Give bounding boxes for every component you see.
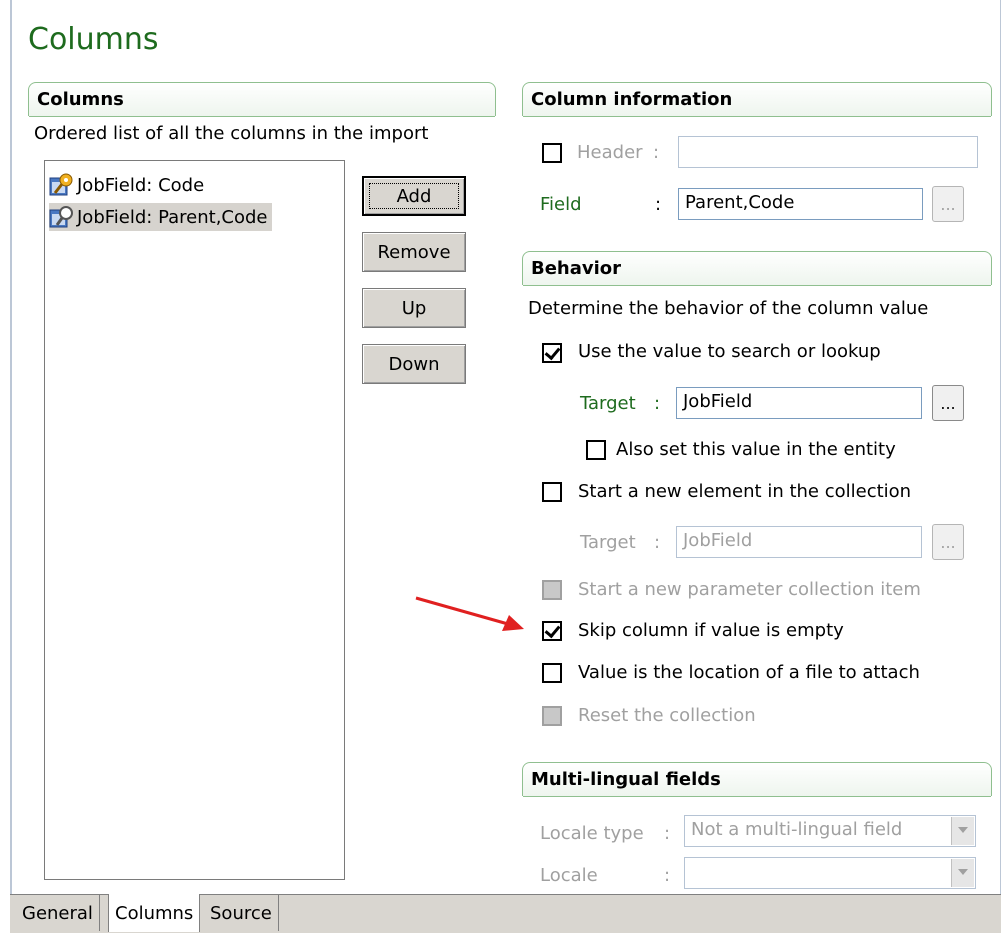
- target-colon: :: [654, 393, 661, 414]
- start-param-label: Start a new parameter collection item: [578, 579, 921, 600]
- reset-collection-checkbox[interactable]: [542, 706, 562, 726]
- column-information-title: Column information: [531, 89, 733, 110]
- also-set-label: Also set this value in the entity: [616, 439, 896, 460]
- target2-browse-button[interactable]: ...: [932, 524, 964, 560]
- up-button-label: Up: [401, 297, 427, 319]
- columns-listbox[interactable]: JobField: Code JobField: Parent,Code: [44, 160, 345, 880]
- chevron-down-icon[interactable]: [951, 859, 974, 887]
- target-browse-button[interactable]: ...: [932, 385, 964, 421]
- header-input[interactable]: [678, 136, 978, 168]
- target-input[interactable]: JobField: [676, 387, 922, 419]
- file-attach-checkbox[interactable]: [542, 663, 562, 683]
- locale-colon: :: [664, 865, 671, 886]
- behavior-header: Behavior: [522, 251, 992, 286]
- tab-general[interactable]: General: [16, 895, 100, 931]
- use-value-checkbox[interactable]: [542, 343, 562, 363]
- target2-colon: :: [654, 532, 661, 553]
- file-attach-label: Value is the location of a file to attac…: [578, 662, 920, 683]
- field-colon: :: [655, 194, 662, 215]
- locale-type-label: Locale type: [540, 823, 644, 844]
- key-icon: [49, 172, 75, 198]
- column-information-header: Column information: [522, 82, 992, 117]
- skip-empty-label: Skip column if value is empty: [578, 620, 844, 641]
- list-item[interactable]: JobField: Code: [49, 171, 208, 199]
- target-label: Target: [580, 393, 636, 414]
- list-item-label: JobField: Parent,Code: [77, 206, 268, 228]
- list-item-label: JobField: Code: [77, 174, 205, 196]
- reset-collection-label: Reset the collection: [578, 705, 756, 726]
- up-button[interactable]: Up: [362, 288, 466, 328]
- start-new-label: Start a new element in the collection: [578, 481, 912, 502]
- down-button-label: Down: [388, 353, 440, 375]
- columns-group-header: Columns: [28, 82, 496, 117]
- multilingual-title: Multi-lingual fields: [531, 769, 721, 790]
- field-input[interactable]: Parent,Code: [678, 188, 923, 220]
- skip-empty-checkbox[interactable]: [542, 621, 562, 641]
- behavior-description: Determine the behavior of the column val…: [528, 298, 929, 319]
- multilingual-header: Multi-lingual fields: [522, 762, 992, 797]
- target2-label: Target: [580, 532, 636, 553]
- also-set-checkbox[interactable]: [586, 440, 606, 460]
- lookup-icon: [49, 204, 75, 230]
- remove-button[interactable]: Remove: [362, 232, 466, 272]
- start-new-checkbox[interactable]: [542, 482, 562, 502]
- columns-group-title: Columns: [37, 89, 124, 110]
- tab-columns[interactable]: Columns: [108, 894, 201, 932]
- field-label: Field: [540, 194, 582, 215]
- locale-label: Locale: [540, 865, 598, 886]
- target2-input[interactable]: JobField: [676, 526, 922, 558]
- page-title: Columns: [28, 22, 159, 57]
- use-value-label: Use the value to search or lookup: [578, 341, 881, 362]
- locale-type-value: Not a multi-lingual field: [691, 819, 903, 840]
- header-colon: :: [653, 142, 660, 163]
- tab-source[interactable]: Source: [204, 895, 279, 931]
- header-checkbox[interactable]: [542, 143, 562, 163]
- start-param-checkbox[interactable]: [542, 580, 562, 600]
- locale-select[interactable]: [684, 857, 976, 889]
- locale-type-colon: :: [664, 823, 671, 844]
- field-browse-button[interactable]: ...: [932, 186, 964, 222]
- check-icon: [544, 343, 561, 361]
- annotation-arrow-icon: [415, 596, 524, 631]
- remove-button-label: Remove: [377, 241, 451, 263]
- columns-description: Ordered list of all the columns in the i…: [34, 123, 429, 144]
- header-label: Header: [577, 142, 643, 163]
- add-button[interactable]: Add: [362, 176, 466, 216]
- check-icon: [544, 621, 561, 639]
- tab-bar: General Columns Source: [10, 894, 1001, 933]
- list-item[interactable]: JobField: Parent,Code: [49, 203, 272, 231]
- locale-type-select[interactable]: Not a multi-lingual field: [684, 815, 976, 847]
- behavior-title: Behavior: [531, 258, 622, 279]
- down-button[interactable]: Down: [362, 344, 466, 384]
- chevron-down-icon[interactable]: [951, 817, 974, 845]
